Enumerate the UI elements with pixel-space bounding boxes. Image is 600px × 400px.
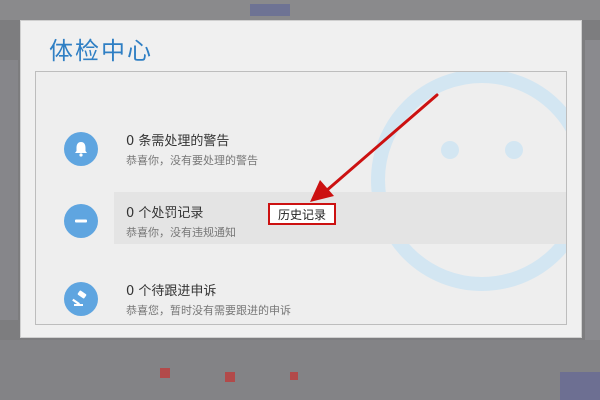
modal-title: 体检中心 — [49, 37, 153, 65]
warnings-count: 0 条需处理的警告 — [126, 134, 230, 149]
minus-circle-icon — [64, 204, 98, 238]
list-item-appeals: 0 个待跟进申诉 恭喜您，暂时没有需要跟进的申诉 — [64, 276, 534, 317]
penalties-subtitle: 恭喜你，没有违规通知 — [126, 226, 236, 239]
health-check-modal: 体检中心 0 条需处理的警告 恭喜你，没有要处理的警告 0 个处罚记录 恭喜你，… — [20, 20, 582, 338]
bell-icon — [64, 132, 98, 166]
history-records-button[interactable]: 历史记录 — [268, 203, 336, 225]
check-panel: 0 条需处理的警告 恭喜你，没有要处理的警告 0 个处罚记录 恭喜你，没有违规通… — [35, 71, 567, 325]
appeals-subtitle: 恭喜您，暂时没有需要跟进的申诉 — [126, 304, 291, 317]
gavel-icon — [64, 282, 98, 316]
list-item-warnings: 0 条需处理的警告 恭喜你，没有要处理的警告 — [64, 126, 534, 167]
penalties-count: 0 个处罚记录 — [126, 206, 204, 221]
appeals-count: 0 个待跟进申诉 — [126, 284, 217, 299]
warnings-subtitle: 恭喜你，没有要处理的警告 — [126, 154, 258, 167]
smiley-watermark-icon — [371, 72, 566, 291]
